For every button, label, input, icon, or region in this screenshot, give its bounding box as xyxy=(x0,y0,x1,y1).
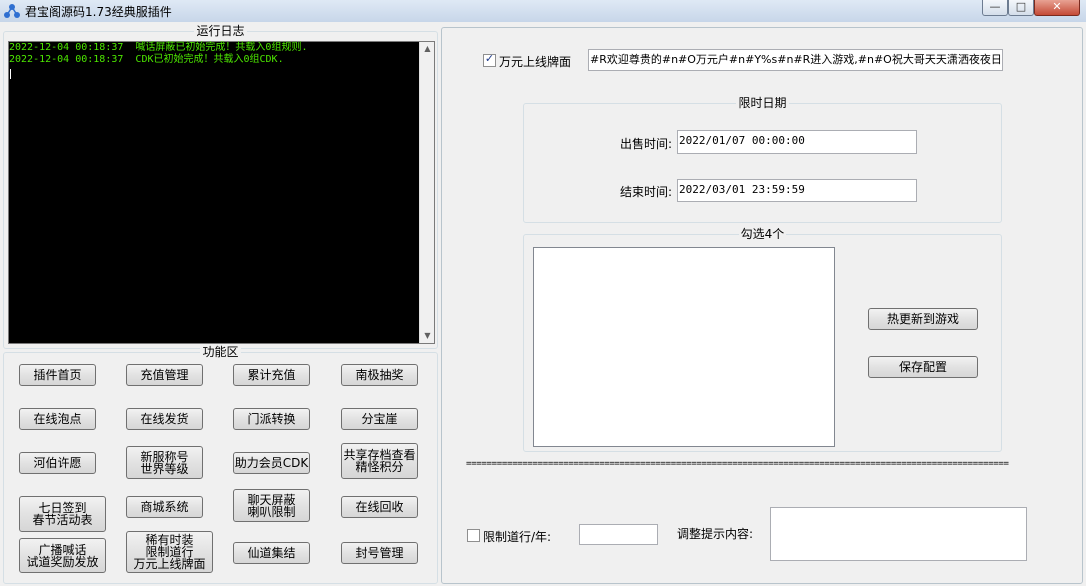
select-group-title: 勾选4个 xyxy=(738,227,787,241)
button-label: 充值管理 xyxy=(140,368,189,382)
seven-day-signin-button[interactable]: 七日签到 春节活动表 xyxy=(19,496,106,532)
save-config-button[interactable]: 保存配置 xyxy=(868,356,978,378)
antarctic-lottery-button[interactable]: 南极抽奖 xyxy=(341,364,418,386)
chat-block-button[interactable]: 聊天屏蔽 喇叭限制 xyxy=(233,489,310,522)
button-label: 商城系统 xyxy=(140,500,189,514)
button-label: 试道奖励发放 xyxy=(26,554,99,569)
end-time-label: 结束时间: xyxy=(620,185,673,199)
welcome-message-input[interactable]: #R欢迎尊贵的#n#O万元户#n#Y%s#n#R进入游戏,#n#O祝大哥天天潇洒… xyxy=(588,49,1003,71)
hot-update-button[interactable]: 热更新到游戏 xyxy=(868,308,978,330)
client-area: 运行日志 2022-12-04 00:18:37 喊话屏蔽已初始完成！共载入0组… xyxy=(0,22,1086,586)
date-group: 限时日期 xyxy=(523,96,1002,223)
button-label: 插件首页 xyxy=(33,368,82,382)
log-output[interactable]: 2022-12-04 00:18:37 喊话屏蔽已初始完成！共载入0组规则. 2… xyxy=(8,41,435,344)
separator-line: ========================================… xyxy=(466,459,1009,469)
window-title: 君宝阁源码1.73经典服插件 xyxy=(25,5,172,19)
plugin-home-button[interactable]: 插件首页 xyxy=(19,364,96,386)
start-time-label: 出售时间: xyxy=(620,137,673,151)
button-label: 热更新到游戏 xyxy=(886,312,959,326)
treasure-cliff-button[interactable]: 分宝崖 xyxy=(341,408,418,430)
button-label: 河伯许愿 xyxy=(33,456,82,470)
limit-dao-checkbox[interactable] xyxy=(467,529,480,542)
app-icon xyxy=(4,4,20,18)
recharge-manage-button[interactable]: 充值管理 xyxy=(126,364,203,386)
text-caret xyxy=(10,69,11,79)
ban-manage-button[interactable]: 封号管理 xyxy=(341,542,418,564)
start-time-input[interactable]: 2022/01/07 00:00:00 xyxy=(677,130,917,154)
button-label: 在线泡点 xyxy=(33,412,82,426)
button-label: 喇叭限制 xyxy=(247,504,296,519)
cumulative-recharge-button[interactable]: 累计充值 xyxy=(233,364,310,386)
select-listbox[interactable] xyxy=(533,247,835,447)
button-label: 累计充值 xyxy=(247,368,296,382)
log-line: 2022-12-04 00:18:37 喊话屏蔽已初始完成！共载入0组规则. xyxy=(9,42,308,53)
log-group-title: 运行日志 xyxy=(194,24,247,38)
button-label: 南极抽奖 xyxy=(355,368,404,382)
maximize-icon: □ xyxy=(1015,0,1027,13)
button-label: 保存配置 xyxy=(898,360,947,374)
button-label: 仙道集结 xyxy=(247,546,296,560)
immortal-gather-button[interactable]: 仙道集结 xyxy=(233,542,310,564)
button-label: 在线回收 xyxy=(355,500,404,514)
rare-costume-button[interactable]: 稀有时装 限制道行 万元上线牌面 xyxy=(126,531,213,573)
button-label: 世界等级 xyxy=(140,461,189,476)
vip-online-label: 万元上线牌面 xyxy=(499,55,572,69)
log-line: 2022-12-04 00:18:37 CDK已初始完成！共载入0组CDK. xyxy=(9,54,284,65)
button-label: 春节活动表 xyxy=(32,513,93,527)
end-time-input[interactable]: 2022/03/01 23:59:59 xyxy=(677,179,917,202)
river-wish-button[interactable]: 河伯许愿 xyxy=(19,452,96,474)
button-label: 分宝崖 xyxy=(361,412,398,426)
minimize-button[interactable]: — xyxy=(982,0,1008,16)
hint-content-label: 调整提示内容: xyxy=(677,527,754,541)
mall-system-button[interactable]: 商城系统 xyxy=(126,496,203,518)
button-label: 在线发货 xyxy=(140,412,189,426)
button-label: 万元上线牌面 xyxy=(133,557,206,571)
button-label: 助力会员CDK xyxy=(234,456,309,470)
limit-dao-input[interactable] xyxy=(579,524,658,545)
button-label: 门派转换 xyxy=(247,412,296,426)
minimize-icon: — xyxy=(989,0,1001,13)
date-group-title: 限时日期 xyxy=(736,96,789,110)
button-label: 封号管理 xyxy=(355,546,404,560)
online-delivery-button[interactable]: 在线发货 xyxy=(126,408,203,430)
scroll-down-icon[interactable]: ▼ xyxy=(420,329,435,343)
hint-content-input[interactable] xyxy=(770,507,1027,561)
button-label: 广播喊话 xyxy=(38,542,87,557)
new-server-title-button[interactable]: 新服称号 世界等级 xyxy=(126,446,203,479)
log-scrollbar[interactable]: ▲ ▼ xyxy=(419,42,434,343)
limit-dao-label: 限制道行/年: xyxy=(483,530,552,544)
scroll-up-icon[interactable]: ▲ xyxy=(420,42,435,56)
check-icon: ✓ xyxy=(484,52,495,65)
button-label: 精怪积分 xyxy=(355,460,404,474)
function-group-title: 功能区 xyxy=(200,345,241,359)
button-label: 新服称号 xyxy=(140,449,189,464)
sect-switch-button[interactable]: 门派转换 xyxy=(233,408,310,430)
title-bar[interactable]: 君宝阁源码1.73经典服插件 — □ ✕ xyxy=(0,0,1086,22)
close-icon: ✕ xyxy=(1052,0,1062,13)
button-label: 聊天屏蔽 xyxy=(247,492,296,507)
online-points-button[interactable]: 在线泡点 xyxy=(19,408,96,430)
member-cdk-button[interactable]: 助力会员CDK xyxy=(233,452,310,474)
vip-online-checkbox[interactable]: ✓ xyxy=(483,52,496,67)
broadcast-button[interactable]: 广播喊话 试道奖励发放 xyxy=(19,538,106,573)
online-recycle-button[interactable]: 在线回收 xyxy=(341,496,418,518)
shared-archive-button[interactable]: 共享存档查看 精怪积分 xyxy=(341,443,418,479)
maximize-button[interactable]: □ xyxy=(1008,0,1034,16)
close-button[interactable]: ✕ xyxy=(1034,0,1080,16)
log-lines: 2022-12-04 00:18:37 喊话屏蔽已初始完成！共载入0组规则. 2… xyxy=(9,42,418,66)
